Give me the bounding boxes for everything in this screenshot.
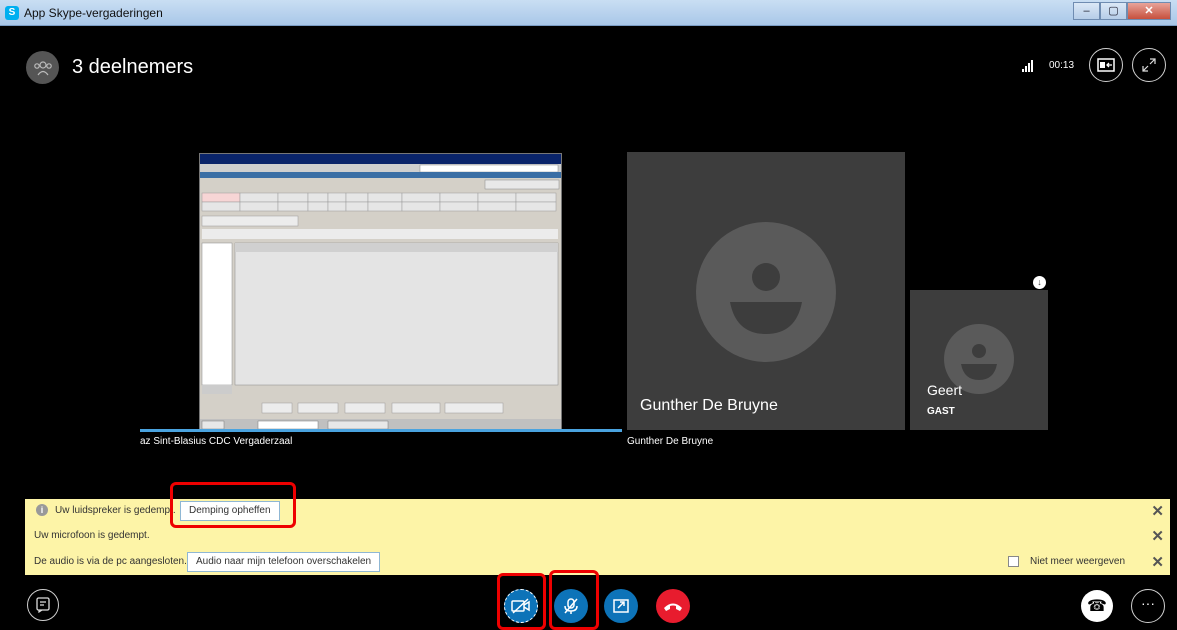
close-icon[interactable]: ✕ [1151, 553, 1164, 571]
shared-screen-caption: az Sint-Blasius CDC Vergaderzaal [140, 436, 293, 447]
call-timer: 00:13 [1049, 60, 1075, 71]
switch-to-phone-button[interactable]: Audio naar mijn telefoon overschakelen [187, 552, 381, 572]
avatar-placeholder-icon [696, 222, 836, 362]
video-toggle-button[interactable] [504, 589, 538, 623]
close-window-button[interactable]: ✕ [1127, 2, 1171, 20]
hang-up-icon [664, 603, 682, 611]
minimize-button[interactable]: – [1073, 2, 1100, 20]
phone-icon[interactable]: ☎ [1081, 590, 1113, 622]
close-icon[interactable]: ✕ [1151, 527, 1164, 545]
window-titlebar: S App Skype-vergaderingen – ▢ ✕ [0, 0, 1177, 26]
fullscreen-button[interactable] [1132, 48, 1166, 82]
content-view-button[interactable] [1089, 48, 1123, 82]
more-options-button[interactable]: ··· [1131, 589, 1165, 623]
maximize-button[interactable]: ▢ [1100, 2, 1127, 20]
participant-video-tile[interactable]: Gunther De Bruyne [627, 152, 905, 430]
highlight-box [170, 482, 296, 528]
notice-text: Uw luidspreker is gedempt. [55, 505, 176, 516]
audio-source-notice: De audio is via de pc aangesloten. Audio… [25, 550, 1170, 574]
video-off-icon [511, 598, 530, 614]
dont-show-again-label[interactable]: Niet meer weergeven [1030, 556, 1125, 567]
share-screen-icon [613, 599, 629, 613]
guest-role-badge: GAST [927, 406, 955, 417]
active-speaker-indicator [140, 429, 622, 432]
window-controls: – ▢ ✕ [1073, 2, 1171, 20]
chat-button[interactable] [27, 589, 59, 621]
participants-count[interactable]: 3 deelnemers [72, 56, 193, 79]
expand-icon [1142, 58, 1156, 72]
notice-text: De audio is via de pc aangesloten. [34, 556, 187, 567]
mute-toggle-button[interactable] [554, 589, 588, 623]
signal-strength-icon [1022, 60, 1036, 72]
participant-caption: Gunther De Bruyne [627, 436, 714, 447]
participants-icon[interactable] [26, 51, 59, 84]
participant-name: Gunther De Bruyne [640, 397, 778, 414]
notice-text: Uw microfoon is gedempt. [34, 530, 150, 541]
guest-video-tile[interactable]: Geert GAST [910, 290, 1048, 430]
share-screen-button[interactable] [604, 589, 638, 623]
close-icon[interactable]: ✕ [1151, 502, 1164, 520]
info-icon: i [36, 504, 48, 516]
hang-up-button[interactable] [656, 589, 690, 623]
microphone-off-icon [564, 598, 578, 614]
window-title: App Skype-vergaderingen [24, 6, 163, 20]
chat-icon [36, 597, 50, 613]
shared-screen-video[interactable] [140, 152, 622, 431]
chevron-down-icon[interactable]: ↓ [1033, 276, 1046, 289]
dont-show-again-checkbox[interactable] [1008, 556, 1019, 567]
content-layout-icon [1097, 58, 1115, 72]
shared-screen-content [199, 153, 562, 430]
guest-name: Geert [927, 382, 963, 398]
skype-logo-icon: S [5, 6, 19, 20]
